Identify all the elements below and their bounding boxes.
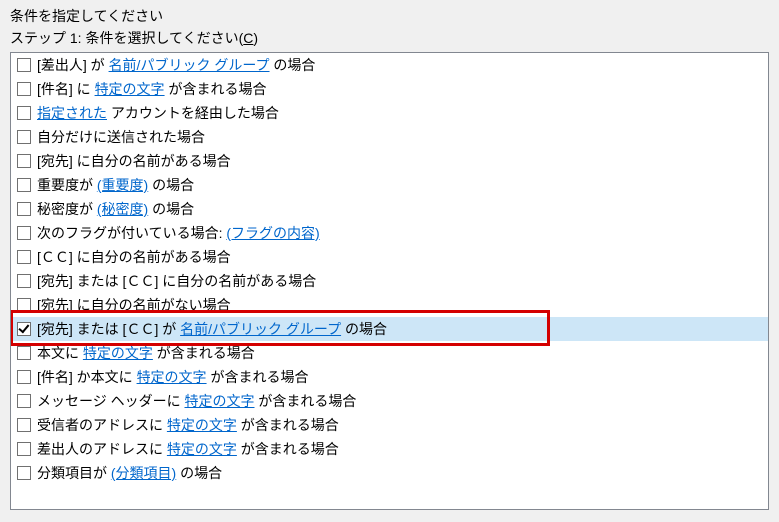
condition-checkbox[interactable] — [17, 346, 31, 360]
condition-checkbox[interactable] — [17, 106, 31, 120]
condition-label: メッセージ ヘッダーに 特定の文字 が含まれる場合 — [37, 391, 356, 411]
condition-checkbox[interactable] — [17, 466, 31, 480]
condition-label: [件名] に 特定の文字 が含まれる場合 — [37, 79, 266, 99]
condition-checkbox[interactable] — [17, 82, 31, 96]
condition-label: 自分だけに送信された場合 — [37, 127, 205, 147]
condition-row[interactable]: [宛先] または [ＣＣ] が 名前/パブリック グループ の場合 — [11, 317, 768, 341]
condition-row[interactable]: 指定された アカウントを経由した場合 — [11, 101, 768, 125]
condition-label: 次のフラグが付いている場合: (フラグの内容) — [37, 223, 320, 243]
conditions-listbox[interactable]: [差出人] が 名前/パブリック グループ の場合 [件名] に 特定の文字 が含… — [10, 52, 769, 510]
condition-label: 本文に 特定の文字 が含まれる場合 — [37, 343, 255, 363]
condition-link[interactable]: 名前/パブリック グループ — [109, 57, 270, 73]
condition-checkbox[interactable] — [17, 130, 31, 144]
condition-checkbox[interactable] — [17, 154, 31, 168]
condition-checkbox[interactable] — [17, 178, 31, 192]
condition-row[interactable]: [件名] か本文に 特定の文字 が含まれる場合 — [11, 365, 768, 389]
condition-link[interactable]: 特定の文字 — [137, 369, 207, 385]
condition-row[interactable]: 次のフラグが付いている場合: (フラグの内容) — [11, 221, 768, 245]
condition-link[interactable]: 特定の文字 — [83, 345, 153, 361]
condition-label: [宛先] に自分の名前がない場合 — [37, 295, 231, 315]
condition-link[interactable]: (重要度) — [97, 177, 148, 193]
condition-row[interactable]: 重要度が (重要度) の場合 — [11, 173, 768, 197]
condition-label: 受信者のアドレスに 特定の文字 が含まれる場合 — [37, 415, 339, 435]
step-prefix: ステップ 1: 条件を選択してください( — [10, 30, 243, 46]
condition-label: [宛先] または [ＣＣ] に自分の名前がある場合 — [37, 271, 316, 291]
condition-row[interactable]: 分類項目が (分類項目) の場合 — [11, 461, 768, 485]
condition-label: [差出人] が 名前/パブリック グループ の場合 — [37, 55, 315, 75]
condition-label: 指定された アカウントを経由した場合 — [37, 103, 279, 123]
condition-row[interactable]: [宛先] に自分の名前がない場合 — [11, 293, 768, 317]
condition-label: [件名] か本文に 特定の文字 が含まれる場合 — [37, 367, 308, 387]
condition-link[interactable]: 特定の文字 — [167, 417, 237, 433]
condition-link[interactable]: 名前/パブリック グループ — [180, 321, 341, 337]
condition-checkbox[interactable] — [17, 322, 31, 336]
dialog-title: 条件を指定してください — [10, 6, 769, 26]
condition-link[interactable]: 特定の文字 — [185, 393, 255, 409]
condition-link[interactable]: (秘密度) — [97, 201, 148, 217]
condition-checkbox[interactable] — [17, 58, 31, 72]
condition-label: 分類項目が (分類項目) の場合 — [37, 463, 222, 483]
condition-checkbox[interactable] — [17, 250, 31, 264]
step-label: ステップ 1: 条件を選択してください(C) — [10, 28, 769, 48]
condition-label: 重要度が (重要度) の場合 — [37, 175, 194, 195]
condition-checkbox[interactable] — [17, 418, 31, 432]
condition-row[interactable]: メッセージ ヘッダーに 特定の文字 が含まれる場合 — [11, 389, 768, 413]
condition-checkbox[interactable] — [17, 370, 31, 384]
condition-link[interactable]: (分類項目) — [111, 465, 176, 481]
condition-checkbox[interactable] — [17, 274, 31, 288]
condition-row[interactable]: [宛先] または [ＣＣ] に自分の名前がある場合 — [11, 269, 768, 293]
condition-checkbox[interactable] — [17, 226, 31, 240]
condition-label: [宛先] に自分の名前がある場合 — [37, 151, 231, 171]
step-accelerator: C — [243, 30, 253, 46]
condition-row[interactable]: 秘密度が (秘密度) の場合 — [11, 197, 768, 221]
condition-row[interactable]: [差出人] が 名前/パブリック グループ の場合 — [11, 53, 768, 77]
condition-row[interactable]: 差出人のアドレスに 特定の文字 が含まれる場合 — [11, 437, 768, 461]
condition-checkbox[interactable] — [17, 442, 31, 456]
condition-row[interactable]: 受信者のアドレスに 特定の文字 が含まれる場合 — [11, 413, 768, 437]
condition-row[interactable]: 本文に 特定の文字 が含まれる場合 — [11, 341, 768, 365]
step-suffix: ) — [253, 30, 258, 46]
condition-label: [宛先] または [ＣＣ] が 名前/パブリック グループ の場合 — [37, 319, 387, 339]
condition-label: [ＣＣ] に自分の名前がある場合 — [37, 247, 231, 267]
condition-label: 差出人のアドレスに 特定の文字 が含まれる場合 — [37, 439, 339, 459]
condition-link[interactable]: 特定の文字 — [95, 81, 165, 97]
condition-row[interactable]: [件名] に 特定の文字 が含まれる場合 — [11, 77, 768, 101]
condition-checkbox[interactable] — [17, 298, 31, 312]
condition-row[interactable]: [ＣＣ] に自分の名前がある場合 — [11, 245, 768, 269]
condition-row[interactable]: 自分だけに送信された場合 — [11, 125, 768, 149]
condition-label: 秘密度が (秘密度) の場合 — [37, 199, 194, 219]
condition-checkbox[interactable] — [17, 394, 31, 408]
condition-link[interactable]: 指定された — [37, 105, 107, 121]
condition-row[interactable]: [宛先] に自分の名前がある場合 — [11, 149, 768, 173]
condition-link[interactable]: (フラグの内容) — [226, 225, 319, 241]
condition-checkbox[interactable] — [17, 202, 31, 216]
condition-link[interactable]: 特定の文字 — [167, 441, 237, 457]
